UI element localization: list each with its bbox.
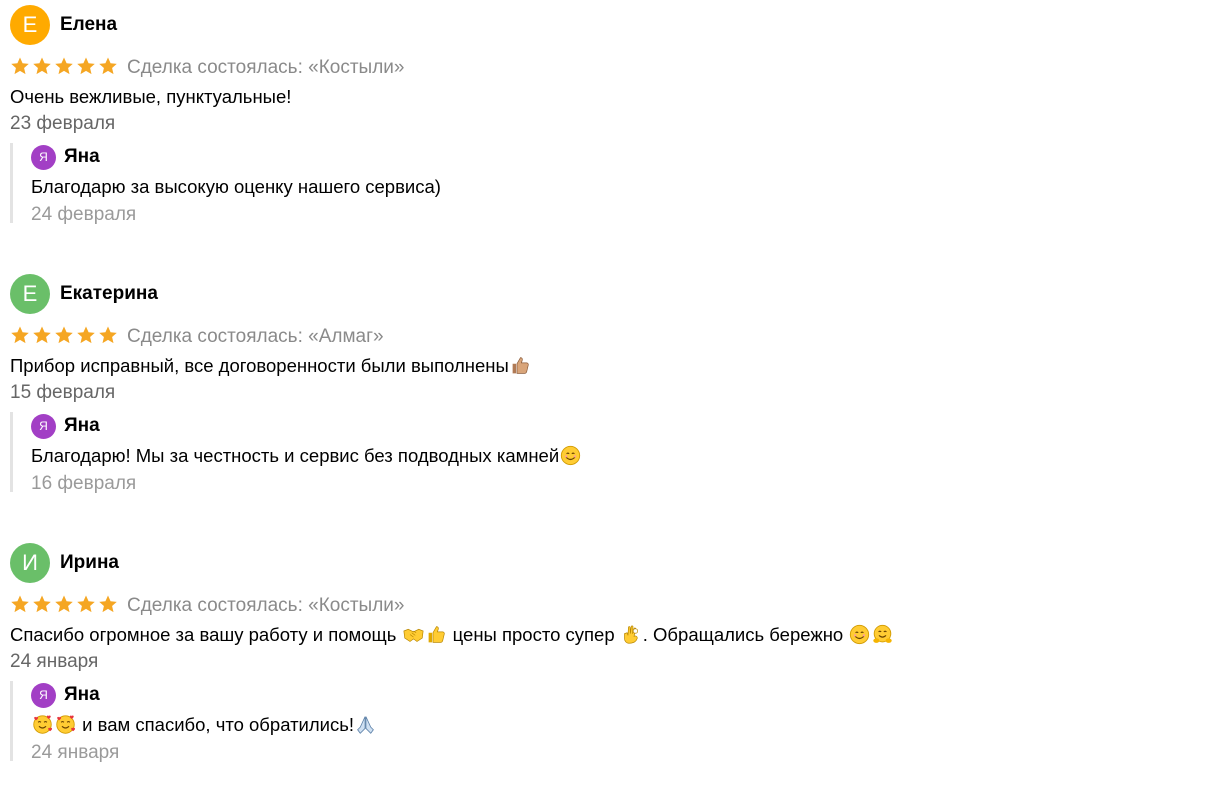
thumbs-up-emoji-icon <box>510 355 531 376</box>
reply-author-name[interactable]: Яна <box>64 415 100 437</box>
reply-date: 16 февраля <box>31 473 137 494</box>
reply-block: Я Яна и вам спасибо, что обратились! 24 … <box>10 681 913 763</box>
author-name[interactable]: Ирина <box>60 552 119 574</box>
thumbs-up-emoji-icon <box>426 624 447 645</box>
review-text-line: Спасибо огромное за вашу работу и помощь… <box>10 623 894 647</box>
reply-text: и вам спасибо, что обратились! <box>82 714 355 735</box>
avatar: И <box>10 543 50 583</box>
review-date: 15 февраля <box>10 382 116 403</box>
reply-text-line: и вам спасибо, что обратились! <box>31 713 377 737</box>
review-card: Е Екатерина Сделка состоялась: «Алмаг» П… <box>10 274 1200 494</box>
handshake-emoji-icon <box>403 624 424 645</box>
review-text: Прибор исправный, все договоренности был… <box>10 355 509 376</box>
ok-hand-emoji-icon <box>621 624 642 645</box>
review-text-part: . Обращались бережно <box>642 624 844 645</box>
reply-block: Я Яна Благодарю за высокую оценку нашего… <box>10 143 913 225</box>
review-header: И Ирина <box>10 543 1200 583</box>
author-name[interactable]: Елена <box>60 14 117 36</box>
review-date: 23 февраля <box>10 113 116 134</box>
hugging-face-emoji-icon <box>872 624 893 645</box>
review-header: Е Екатерина <box>10 274 1200 314</box>
review-text: Очень вежливые, пунктуальные! <box>10 86 292 107</box>
avatar: Я <box>31 145 56 170</box>
deal-label: Сделка состоялась: «Алмаг» <box>127 326 384 347</box>
smiling-face-emoji-icon <box>560 445 581 466</box>
avatar: Е <box>10 274 50 314</box>
review-card: Е Елена Сделка состоялась: «Костыли» Оче… <box>10 5 1200 225</box>
reply-block: Я Яна Благодарю! Мы за честность и серви… <box>10 412 913 494</box>
smiling-face-with-hearts-emoji-icon <box>55 714 76 735</box>
deal-label: Сделка состоялась: «Костыли» <box>127 595 405 616</box>
reply-author-name[interactable]: Яна <box>64 146 100 168</box>
rating-stars-icon <box>10 325 120 345</box>
reply-date: 24 февраля <box>31 204 137 225</box>
review-card: И Ирина Сделка состоялась: «Костыли» Спа… <box>10 543 1200 763</box>
rating-stars-icon <box>10 56 120 76</box>
smiling-face-with-hearts-emoji-icon <box>32 714 53 735</box>
reply-text: Благодарю! Мы за честность и сервис без … <box>31 445 560 466</box>
avatar: Я <box>31 683 56 708</box>
author-name[interactable]: Екатерина <box>60 283 158 305</box>
review-text-line: Прибор исправный, все договоренности был… <box>10 354 532 378</box>
reply-date: 24 января <box>31 742 120 763</box>
reply-author-name[interactable]: Яна <box>64 684 100 706</box>
rating-stars-icon <box>10 594 120 614</box>
avatar: Е <box>10 5 50 45</box>
review-text-part: цены просто супер <box>452 624 615 645</box>
review-header: Е Елена <box>10 5 1200 45</box>
folded-hands-emoji-icon <box>355 714 376 735</box>
reply-text: Благодарю за высокую оценку нашего серви… <box>31 176 441 197</box>
reply-text-line: Благодарю! Мы за честность и сервис без … <box>31 444 582 468</box>
smiling-face-emoji-icon <box>849 624 870 645</box>
deal-label: Сделка состоялась: «Костыли» <box>127 57 405 78</box>
review-date: 24 января <box>10 651 99 672</box>
review-text-part: Спасибо огромное за вашу работу и помощь <box>10 624 397 645</box>
avatar: Я <box>31 414 56 439</box>
